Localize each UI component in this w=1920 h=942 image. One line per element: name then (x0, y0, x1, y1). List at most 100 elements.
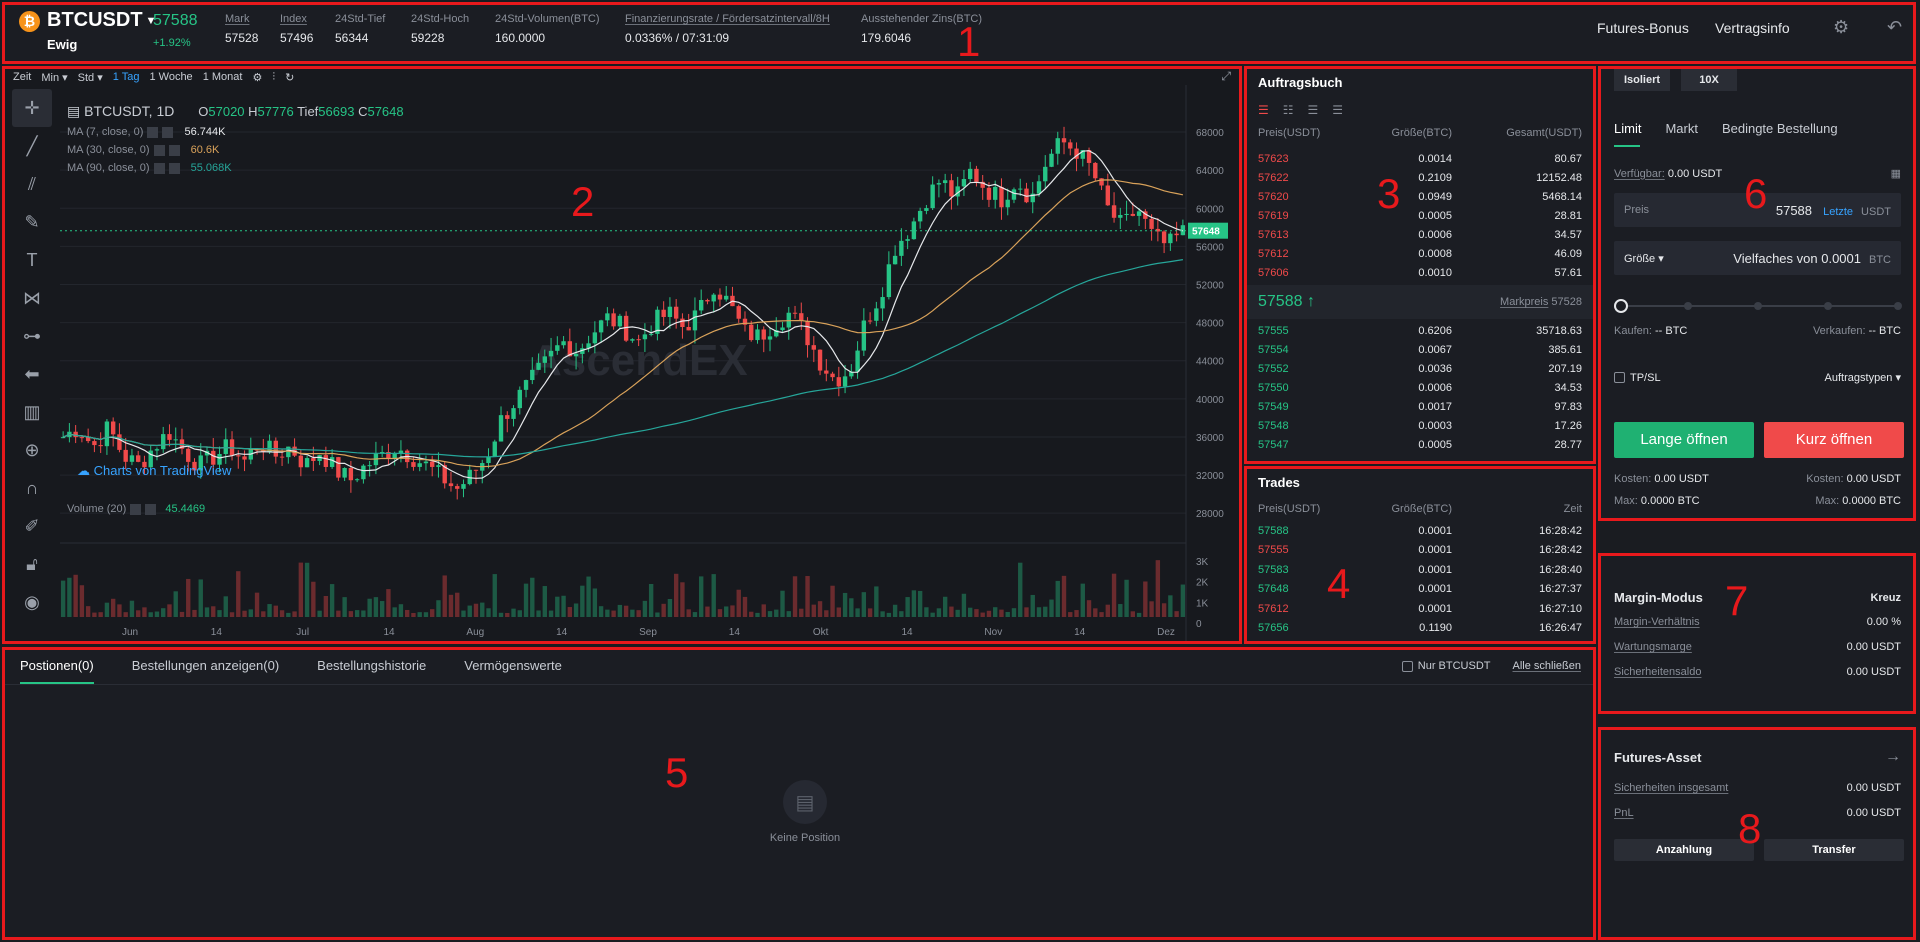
volume-bar (436, 600, 441, 617)
pattern-icon[interactable]: ⋈ (12, 279, 52, 317)
volume-bar (1018, 562, 1023, 617)
tradingview-brand[interactable]: ☁ Charts von TradingView (77, 463, 231, 479)
trend-line-icon[interactable]: ╱ (12, 127, 52, 165)
ma-30: MA (30, close, 0) 60.6K (67, 144, 220, 156)
ask-row[interactable]: 57613 0.0006 34.57 (1258, 225, 1582, 244)
deposit-button[interactable]: Anzahlung (1614, 839, 1754, 861)
eye-icon[interactable]: ◉ (12, 583, 52, 621)
symbol-selector[interactable]: BTCUSDT ▼ (47, 9, 156, 32)
indicators-icon[interactable]: ⫶ (272, 71, 275, 84)
bid-row[interactable]: 57550 0.0006 34.53 (1258, 378, 1582, 397)
brush-icon[interactable]: ✎ (12, 203, 52, 241)
max-row: Max: 0.0000 BTC Max: 0.0000 BTC (1614, 495, 1901, 507)
size-slider[interactable] (1614, 299, 1902, 313)
candle-body (530, 369, 535, 381)
candle-body (354, 479, 360, 481)
stat-mark[interactable]: Mark 57528 (225, 13, 258, 45)
candle-body (517, 389, 522, 409)
interval-time[interactable]: Zeit (13, 71, 31, 83)
volume-bar (573, 603, 579, 617)
bid-row[interactable]: 57554 0.0067 385.61 (1258, 340, 1582, 359)
settings-icon[interactable]: ⚙ (252, 71, 262, 84)
stat-index[interactable]: Index 57496 (280, 13, 313, 45)
tpsl-checkbox[interactable]: TP/SL (1614, 372, 1661, 384)
lock-icon[interactable]: 🔓︎ (12, 545, 52, 583)
magnet-icon[interactable]: ∩ (12, 469, 52, 507)
chart-toolbar: Zeit Min ▾ Std ▾ 1 Tag 1 Woche 1 Monat ⚙… (13, 69, 294, 85)
contract-info-link[interactable]: Vertragsinfo (1715, 20, 1790, 36)
stat-24h-volume: 24Std-Volumen(BTC) 160.0000 (495, 13, 600, 45)
close-all-link[interactable]: Alle schließen (1513, 660, 1581, 672)
gear-icon[interactable]: ⚙ (1833, 17, 1849, 38)
calculator-icon[interactable]: ▦ (1891, 167, 1901, 180)
tab-assets[interactable]: Vermögenswerte (464, 658, 562, 684)
ask-row[interactable]: 57620 0.0949 5468.14 (1258, 187, 1582, 206)
ask-row[interactable]: 57612 0.0008 46.09 (1258, 244, 1582, 263)
crosshair-icon[interactable]: ✛ (12, 89, 52, 127)
text-icon[interactable]: T (12, 241, 52, 279)
arrow-right-icon[interactable]: → (1885, 748, 1901, 766)
volume-bar (924, 607, 929, 617)
tab-positions[interactable]: Postionen(0) (20, 658, 94, 684)
view-asks-icon[interactable]: ☰ (1308, 103, 1319, 117)
margin-mode-value[interactable]: Kreuz (1870, 592, 1901, 604)
volume-bar (67, 577, 72, 617)
fib-icon[interactable]: ⫽ (12, 165, 52, 203)
refresh-icon[interactable]: ↻ (285, 71, 294, 84)
bid-row[interactable]: 57547 0.0005 28.77 (1258, 435, 1582, 454)
ask-row[interactable]: 57622 0.2109 12152.48 (1258, 168, 1582, 187)
candle-body (167, 434, 172, 440)
arrow-left-icon[interactable]: ⬅ (12, 355, 52, 393)
open-long-button[interactable]: Lange öffnen (1614, 422, 1754, 458)
interval-min[interactable]: Min ▾ (41, 71, 67, 84)
view-bids-icon[interactable]: ☰ (1332, 103, 1343, 117)
order-total: 17.26 (1554, 419, 1582, 432)
volume-bar (761, 604, 766, 617)
tab-open-orders[interactable]: Bestellungen anzeigen(0) (132, 658, 279, 684)
volume-bar (1099, 612, 1104, 617)
interval-1d[interactable]: 1 Tag (113, 71, 140, 83)
candle-body (279, 456, 285, 458)
volume-bar (561, 595, 566, 617)
order-types-dropdown[interactable]: Auftragstypen ▾ (1825, 371, 1901, 384)
open-short-button[interactable]: Kurz öffnen (1764, 422, 1904, 458)
size-input[interactable]: Größe ▾ Vielfaches von 0.0001 BTC (1614, 241, 1901, 275)
interval-1w[interactable]: 1 Woche (149, 71, 192, 83)
ask-row[interactable]: 57606 0.0010 57.61 (1258, 263, 1582, 282)
volume-bar (448, 594, 454, 617)
fullscreen-icon[interactable]: ⤢ (1221, 69, 1231, 84)
ruler-icon[interactable]: ▥ (12, 393, 52, 431)
price-chart-panel[interactable]: Zeit Min ▾ Std ▾ 1 Tag 1 Woche 1 Monat ⚙… (2, 66, 1242, 644)
orderbook-header: Preis(USDT) Größe(BTC) Gesamt(USDT) (1258, 127, 1582, 139)
tab-market[interactable]: Markt (1665, 121, 1698, 136)
ask-row[interactable]: 57619 0.0005 28.81 (1258, 206, 1582, 225)
undo-icon[interactable]: ↶ (1887, 17, 1902, 38)
interval-hour[interactable]: Std ▾ (78, 71, 103, 84)
stat-funding-rate[interactable]: Finanzierungsrate / Fördersatzintervall/… (625, 13, 830, 45)
leverage-button[interactable]: 10X (1681, 69, 1737, 91)
zoom-icon[interactable]: ⊕ (12, 431, 52, 469)
slider-knob[interactable] (1614, 299, 1628, 313)
tab-conditional[interactable]: Bedingte Bestellung (1722, 121, 1838, 136)
bid-row[interactable]: 57549 0.0017 97.83 (1258, 397, 1582, 416)
view-compact-icon[interactable]: ☷ (1283, 103, 1294, 117)
tab-order-history[interactable]: Bestellungshistorie (317, 658, 426, 684)
ask-row[interactable]: 57623 0.0014 80.67 (1258, 149, 1582, 168)
volume-bar (467, 605, 472, 617)
view-both-icon[interactable]: ☰ (1258, 103, 1269, 117)
x-tick-label: Nov (984, 627, 1002, 638)
only-symbol-checkbox[interactable]: Nur BTCUSDT (1401, 660, 1491, 672)
bid-row[interactable]: 57552 0.0036 207.19 (1258, 359, 1582, 378)
lock-pencil-icon[interactable]: ✐ (12, 507, 52, 545)
margin-mode-button[interactable]: Isoliert (1614, 69, 1670, 91)
transfer-button[interactable]: Transfer (1764, 839, 1904, 861)
volume-bar (680, 582, 685, 617)
futures-bonus-link[interactable]: Futures-Bonus (1597, 20, 1689, 36)
volume-bar (329, 584, 335, 617)
bid-row[interactable]: 57548 0.0003 17.26 (1258, 416, 1582, 435)
tab-limit[interactable]: Limit (1614, 121, 1641, 136)
measure-icon[interactable]: ⊶ (12, 317, 52, 355)
bid-row[interactable]: 57555 0.6206 35718.63 (1258, 321, 1582, 340)
trade-row: 57648 0.0001 16:27:37 (1258, 580, 1582, 600)
interval-1m[interactable]: 1 Monat (203, 71, 243, 83)
